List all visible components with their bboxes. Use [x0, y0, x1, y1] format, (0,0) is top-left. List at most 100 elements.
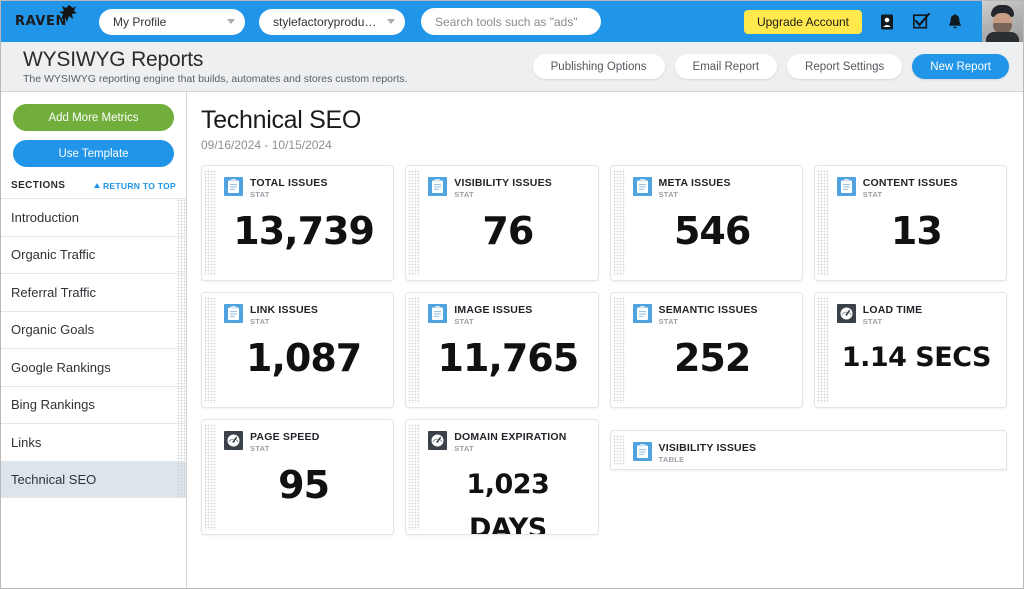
card-header: VISIBILITY ISSUES STAT — [428, 177, 587, 199]
profile-select[interactable]: My Profile — [99, 9, 245, 35]
metric-card-content-issues[interactable]: CONTENT ISSUES STAT 13 — [814, 165, 1007, 281]
card-value: 1.14 SECS — [837, 336, 996, 380]
sidebar-item-links[interactable]: Links — [1, 423, 186, 461]
table-card-visibility-issues[interactable]: VISIBILITY ISSUES TABLE — [610, 430, 1008, 470]
card-header: LINK ISSUES STAT — [224, 304, 383, 326]
sidebar-item-introduction[interactable]: Introduction — [1, 198, 186, 236]
card-kind: STAT — [659, 190, 731, 199]
bell-icon[interactable] — [946, 13, 964, 31]
card-value: 1,023 DAYS — [428, 463, 587, 535]
gauge-icon — [428, 431, 447, 450]
drag-handle-icon[interactable] — [408, 424, 420, 530]
card-title-group: TOTAL ISSUES STAT — [250, 177, 328, 199]
metric-card-load-time[interactable]: LOAD TIME STAT 1.14 SECS — [814, 292, 1007, 408]
card-title: LOAD TIME — [863, 304, 923, 316]
report-settings-button[interactable]: Report Settings — [787, 54, 902, 79]
card-kind: STAT — [454, 317, 532, 326]
sidebar-item-label: Introduction — [11, 210, 79, 225]
sidebar-item-organic-traffic[interactable]: Organic Traffic — [1, 236, 186, 274]
card-title-group: CONTENT ISSUES STAT — [863, 177, 958, 199]
drag-handle-icon[interactable] — [204, 297, 216, 403]
card-header: SEMANTIC ISSUES STAT — [633, 304, 792, 326]
sidebar-item-technical-seo[interactable]: Technical SEO — [1, 461, 186, 499]
card-header: TOTAL ISSUES STAT — [224, 177, 383, 199]
drag-handle-icon[interactable] — [817, 297, 829, 403]
metric-card-page-speed[interactable]: PAGE SPEED STAT 95 — [201, 419, 394, 535]
search-input[interactable] — [435, 15, 590, 29]
drag-handle-icon[interactable] — [408, 297, 420, 403]
use-template-button[interactable]: Use Template — [13, 140, 174, 167]
sections-label: SECTIONS — [11, 180, 65, 191]
drag-handle-icon[interactable] — [613, 170, 625, 276]
card-value: 95 — [224, 463, 383, 507]
upgrade-account-button[interactable]: Upgrade Account — [744, 10, 862, 34]
drag-handle-icon[interactable] — [613, 297, 625, 403]
drag-handle-icon[interactable] — [177, 349, 186, 386]
drag-handle-icon[interactable] — [177, 274, 186, 311]
card-title: CONTENT ISSUES — [863, 177, 958, 189]
email-report-button[interactable]: Email Report — [675, 54, 777, 79]
sidebar-item-organic-goals[interactable]: Organic Goals — [1, 311, 186, 349]
drag-handle-icon[interactable] — [204, 424, 216, 530]
publishing-options-button[interactable]: Publishing Options — [533, 54, 665, 79]
card-header: VISIBILITY ISSUES TABLE — [633, 442, 997, 464]
sidebar-item-referral-traffic[interactable]: Referral Traffic — [1, 273, 186, 311]
card-title: TOTAL ISSUES — [250, 177, 328, 189]
drag-handle-icon[interactable] — [177, 199, 186, 236]
card-title-group: DOMAIN EXPIRATION STAT — [454, 431, 566, 453]
card-kind: TABLE — [659, 455, 757, 464]
page-body: Add More Metrics Use Template SECTIONS R… — [1, 92, 1023, 588]
sidebar-item-label: Technical SEO — [11, 472, 96, 487]
drag-handle-icon[interactable] — [204, 170, 216, 276]
clipboard-icon — [633, 442, 652, 461]
metric-card-visibility-issues[interactable]: VISIBILITY ISSUES STAT 76 — [405, 165, 598, 281]
metric-card-domain-expiration[interactable]: DOMAIN EXPIRATION STAT 1,023 DAYS — [405, 419, 598, 535]
sidebar-item-google-rankings[interactable]: Google Rankings — [1, 348, 186, 386]
drag-handle-icon[interactable] — [177, 462, 186, 498]
card-title-group: SEMANTIC ISSUES STAT — [659, 304, 758, 326]
drag-handle-icon[interactable] — [177, 424, 186, 461]
metric-card-image-issues[interactable]: IMAGE ISSUES STAT 11,765 — [405, 292, 598, 408]
search-box[interactable] — [421, 8, 601, 35]
card-title: VISIBILITY ISSUES — [659, 442, 757, 454]
drag-handle-icon[interactable] — [177, 312, 186, 349]
card-title: PAGE SPEED — [250, 431, 320, 443]
clipboard-icon — [428, 304, 447, 323]
return-to-top-link[interactable]: RETURN TO TOP — [94, 181, 176, 191]
card-kind: STAT — [250, 444, 320, 453]
card-title: VISIBILITY ISSUES — [454, 177, 552, 189]
raven-logo[interactable]: RAVEN — [15, 9, 77, 35]
new-report-button[interactable]: New Report — [912, 54, 1009, 79]
metric-card-meta-issues[interactable]: META ISSUES STAT 546 — [610, 165, 803, 281]
drag-handle-icon[interactable] — [408, 170, 420, 276]
tasks-checkbox-icon[interactable] — [912, 13, 930, 31]
card-title-group: LINK ISSUES STAT — [250, 304, 318, 326]
sidebar-item-label: Organic Goals — [11, 322, 94, 337]
arrow-up-icon — [94, 183, 100, 188]
profile-select-value: My Profile — [113, 15, 221, 29]
metric-card-semantic-issues[interactable]: SEMANTIC ISSUES STAT 252 — [610, 292, 803, 408]
drag-handle-icon[interactable] — [177, 387, 186, 424]
add-more-metrics-button[interactable]: Add More Metrics — [13, 104, 174, 131]
drag-handle-icon[interactable] — [613, 435, 625, 465]
card-title-group: META ISSUES STAT — [659, 177, 731, 199]
avatar[interactable] — [982, 1, 1023, 42]
site-select[interactable]: stylefactoryproduction... — [259, 9, 405, 35]
application-window: RAVEN My Profile stylefactoryproduction.… — [0, 0, 1024, 589]
metric-card-link-issues[interactable]: LINK ISSUES STAT 1,087 — [201, 292, 394, 408]
clipboard-icon — [633, 304, 652, 323]
drag-handle-icon[interactable] — [817, 170, 829, 276]
page-header-text: WYSIWYG Reports The WYSIWYG reporting en… — [23, 48, 408, 85]
card-header: LOAD TIME STAT — [837, 304, 996, 326]
clipboard-icon — [428, 177, 447, 196]
main-content: Technical SEO 09/16/2024 - 10/15/2024 — [187, 92, 1023, 588]
clipboard-icon — [224, 304, 243, 323]
raven-bird-icon — [59, 5, 77, 27]
sidebar-item-bing-rankings[interactable]: Bing Rankings — [1, 386, 186, 424]
clipboard-icon — [837, 177, 856, 196]
metric-card-total-issues[interactable]: TOTAL ISSUES STAT 13,739 — [201, 165, 394, 281]
contacts-icon[interactable] — [878, 13, 896, 31]
drag-handle-icon[interactable] — [177, 237, 186, 274]
report-section-title: Technical SEO — [201, 106, 1007, 135]
top-navigation-bar: RAVEN My Profile stylefactoryproduction.… — [1, 1, 1023, 42]
